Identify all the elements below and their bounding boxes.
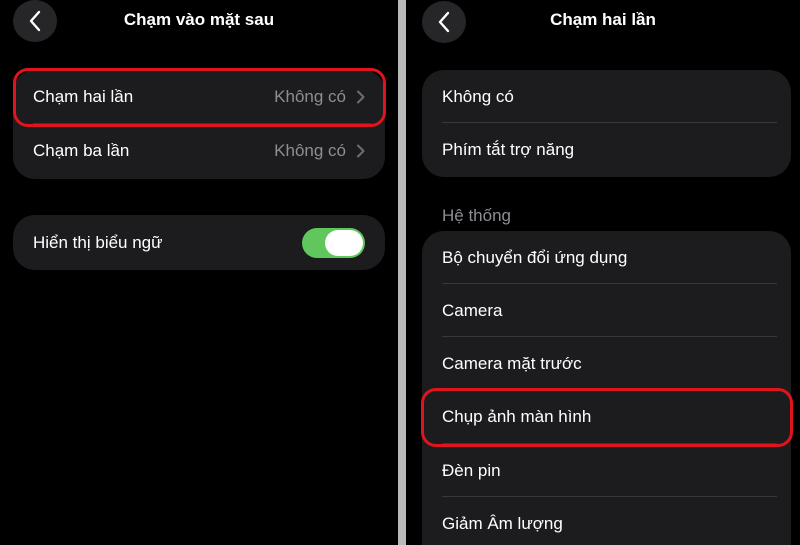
row-show-banner: Hiển thị biểu ngữ <box>13 215 385 270</box>
option-label: Camera mặt trước <box>442 353 582 373</box>
option-label: Đèn pin <box>442 460 501 480</box>
option-label: Camera <box>442 300 503 320</box>
highlight-box <box>421 388 793 447</box>
option-none[interactable]: Không có <box>422 70 791 123</box>
section-header-system: Hệ thống <box>442 206 511 225</box>
row-value: Không có <box>274 141 346 160</box>
page-title: Chạm hai lần <box>550 10 656 29</box>
option-label: Giảm Âm lượng <box>442 513 563 533</box>
option-app-switcher[interactable]: Bộ chuyển đổi ứng dụng <box>422 231 791 284</box>
option-accessibility-shortcut[interactable]: Phím tắt trợ năng <box>422 123 791 177</box>
right-screen: Chạm hai lần Không có Phím tắt trợ năng … <box>406 0 800 545</box>
option-label: Phím tắt trợ năng <box>442 140 575 159</box>
page-title: Chạm vào mặt sau <box>123 10 275 29</box>
highlight-box <box>13 68 386 127</box>
panel-divider <box>398 0 406 545</box>
banner-group: Hiển thị biểu ngữ <box>13 215 385 270</box>
row-label: Hiển thị biểu ngữ <box>33 232 163 252</box>
option-camera[interactable]: Camera <box>422 284 791 337</box>
option-label: Bộ chuyển đổi ứng dụng <box>442 247 628 267</box>
option-front-camera[interactable]: Camera mặt trước <box>422 337 791 390</box>
option-volume-down[interactable]: Giảm Âm lượng <box>422 497 791 545</box>
chevron-right-icon <box>357 144 365 158</box>
banner-toggle[interactable] <box>302 227 365 258</box>
row-triple-tap[interactable]: Chạm ba lần Không có <box>13 124 385 178</box>
option-label: Không có <box>442 86 514 106</box>
system-actions-group: Bộ chuyển đổi ứng dụng Camera Camera mặt… <box>422 231 791 545</box>
top-actions-group: Không có Phím tắt trợ năng <box>422 70 791 177</box>
left-screen: Chạm vào mặt sau Chạm hai lần Không có C… <box>0 0 398 545</box>
row-label: Chạm ba lần <box>33 141 130 160</box>
option-flashlight[interactable]: Đèn pin <box>422 444 791 497</box>
toggle-knob <box>325 229 363 256</box>
